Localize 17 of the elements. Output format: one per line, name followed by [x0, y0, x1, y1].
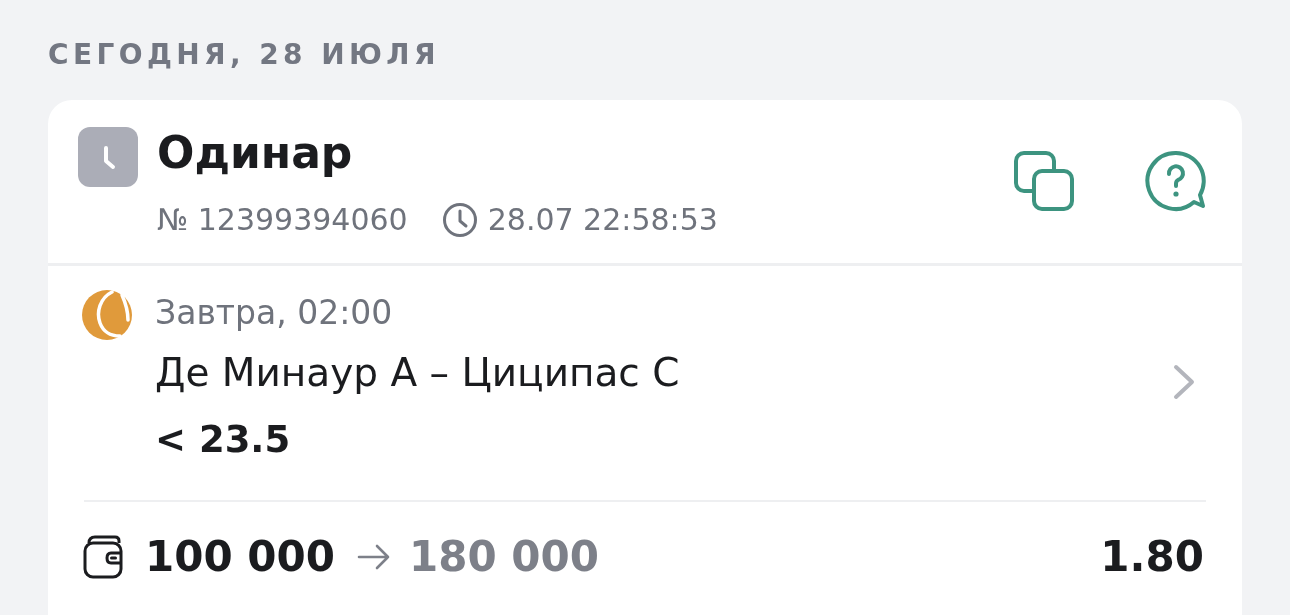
- odds-value: 1.80: [1100, 531, 1204, 583]
- payout-amount: 180 000: [408, 531, 599, 583]
- bet-type-title: Одинар: [157, 127, 353, 179]
- arrow-right-icon: [356, 544, 391, 570]
- match-name: Де Минаур А – Циципас С: [155, 350, 680, 396]
- clock-icon: [441, 202, 478, 238]
- help-icon[interactable]: [1145, 150, 1207, 212]
- date-heading: СЕГОДНЯ, 28 ИЮЛЯ: [48, 37, 440, 73]
- wallet-icon: [83, 535, 123, 579]
- chevron-right-icon[interactable]: [1173, 364, 1195, 400]
- copy-icon[interactable]: [1014, 151, 1074, 211]
- bet-timestamp: 28.07 22:58:53: [487, 202, 718, 238]
- stake-amount: 100 000: [145, 531, 335, 583]
- tennis-ball-icon: [82, 290, 132, 340]
- bet-number: № 12399394060: [157, 202, 408, 238]
- bet-outcome: < 23.5: [155, 417, 291, 463]
- event-start-time: Завтра, 02:00: [155, 293, 393, 333]
